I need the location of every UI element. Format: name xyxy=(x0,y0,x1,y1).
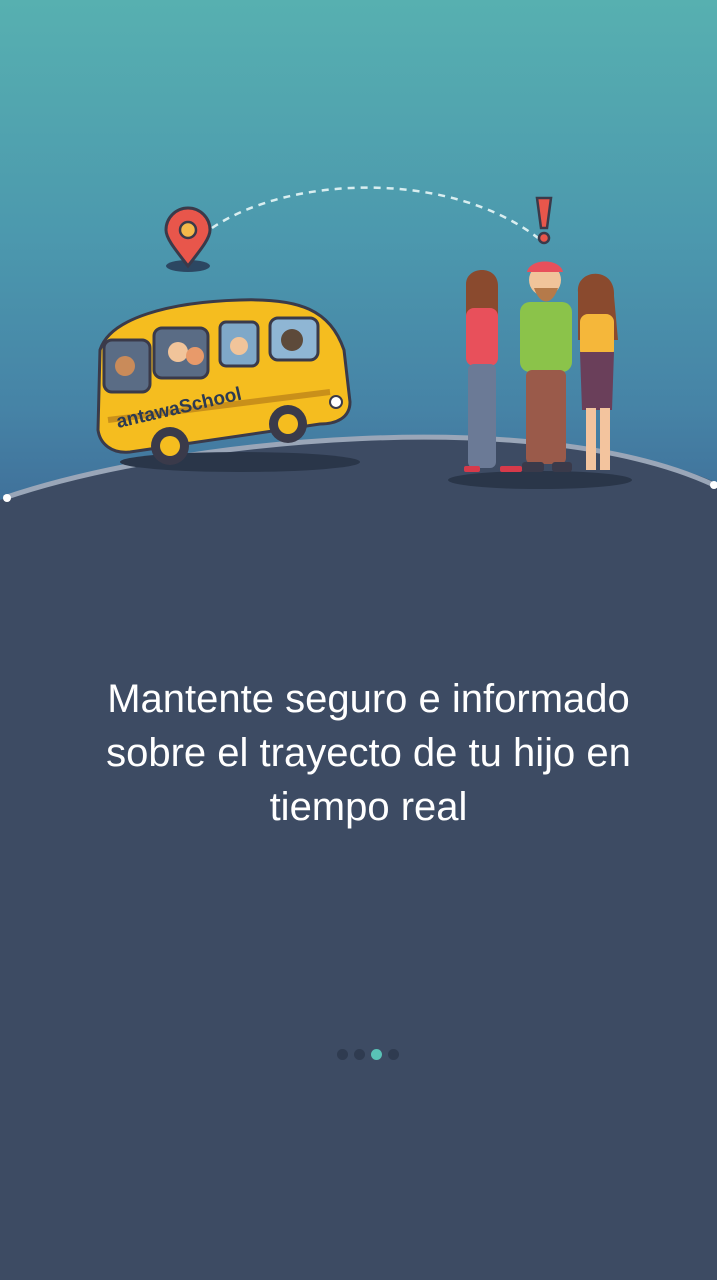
page-dot-1[interactable] xyxy=(337,1049,348,1060)
parents-group xyxy=(448,261,632,489)
alert-exclamation-icon xyxy=(535,196,553,245)
onboarding-illustration: antawaSchool xyxy=(0,186,717,520)
page-indicator[interactable] xyxy=(337,1049,399,1061)
onboarding-message: Mantente seguro e informado sobre el tra… xyxy=(106,677,631,829)
content-panel xyxy=(0,520,717,1280)
location-pin-icon xyxy=(164,206,212,272)
onboarding-screen[interactable]: antawaSchool Mantente seguro e informado… xyxy=(0,0,717,1280)
page-dot-2[interactable] xyxy=(354,1049,365,1060)
route-dashed-line xyxy=(211,186,539,239)
page-dot-3-active[interactable] xyxy=(371,1049,382,1060)
page-dot-4[interactable] xyxy=(388,1049,399,1060)
